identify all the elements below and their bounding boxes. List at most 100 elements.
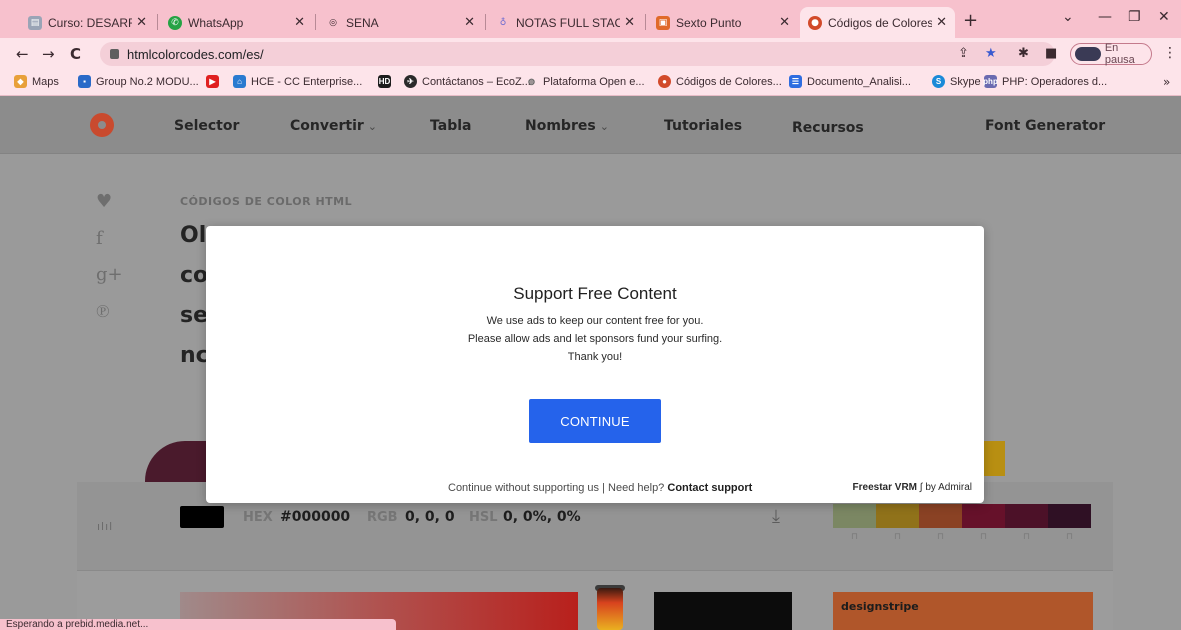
hsl-label: HSL bbox=[469, 510, 498, 525]
bookmark-hce[interactable]: ⌂ HCE - CC Enterprise... bbox=[233, 75, 362, 88]
skype-icon: S bbox=[932, 75, 945, 88]
page-kicker: CÓDIGOS DE COLOR HTML bbox=[180, 195, 353, 208]
bookmark-documento[interactable]: ☰ Documento_Analisi... bbox=[789, 75, 911, 88]
palette-color[interactable] bbox=[1048, 504, 1091, 528]
chart-bars-icon[interactable]: ılıl bbox=[97, 520, 113, 533]
freestar-branding: Freestar VRM ∫ by Admiral bbox=[852, 482, 972, 493]
htmlcolorcodes-icon: ● bbox=[808, 15, 822, 30]
headline-fragment: se bbox=[180, 303, 209, 328]
profile-pause-button[interactable]: En pausa bbox=[1070, 42, 1152, 66]
nav-tutoriales[interactable]: Tutoriales bbox=[664, 118, 742, 134]
share-icon[interactable]: ⇪ bbox=[958, 46, 969, 61]
minimize-icon[interactable]: — bbox=[1098, 9, 1112, 25]
close-icon[interactable]: ✕ bbox=[624, 15, 635, 30]
address-bar[interactable]: htmlcolorcodes.com/es/ bbox=[100, 42, 1055, 66]
bookmark-group[interactable]: ▪ Group No.2 MODU... bbox=[78, 75, 199, 88]
google-plus-icon[interactable]: g+ bbox=[96, 264, 123, 285]
nav-recursos[interactable]: Recursos bbox=[792, 120, 864, 136]
lock-icon[interactable]: ⊓ bbox=[833, 532, 876, 542]
palette-color[interactable] bbox=[876, 504, 919, 528]
lock-icon[interactable]: ⊓ bbox=[919, 532, 962, 542]
tab-notas[interactable]: ♁ NOTAS FULL STACK TA ✕ bbox=[488, 7, 643, 38]
notas-icon: ♁ bbox=[499, 17, 507, 28]
reload-icon[interactable]: C bbox=[70, 45, 81, 63]
youtube-icon: ▶ bbox=[206, 75, 219, 88]
tab-sexto-punto[interactable]: ▣ Sexto Punto ✕ bbox=[648, 7, 798, 38]
address-toolbar: ← → C htmlcolorcodes.com/es/ ⇪ ★ ✱ ■ En … bbox=[0, 38, 1181, 70]
tab-sena[interactable]: ◎ SENA ✕ bbox=[318, 7, 483, 38]
hsl-value[interactable]: 0, 0%, 0% bbox=[503, 509, 581, 525]
headline-fragment: co bbox=[180, 263, 209, 288]
lock-icon[interactable]: ⊓ bbox=[1048, 532, 1091, 542]
twitter-icon[interactable]: ♥ bbox=[96, 191, 112, 212]
nav-convertir[interactable]: Convertir ⌄ bbox=[290, 118, 377, 134]
contact-support-link[interactable]: Contact support bbox=[667, 482, 752, 494]
lock-icon[interactable]: ⊓ bbox=[876, 532, 919, 542]
hd-icon: HD bbox=[378, 75, 391, 88]
palette-color[interactable] bbox=[962, 504, 1005, 528]
bookmark-hd[interactable]: HD bbox=[378, 75, 396, 88]
site-logo-icon[interactable] bbox=[90, 113, 114, 137]
color-swatch[interactable] bbox=[180, 506, 224, 528]
bookmark-plataforma[interactable]: ◍ Plataforma Open e... bbox=[525, 75, 645, 88]
bookmark-skype[interactable]: S Skype bbox=[932, 75, 981, 88]
hex-value[interactable]: #000000 bbox=[280, 509, 350, 525]
restore-icon[interactable]: ❐ bbox=[1128, 9, 1141, 25]
footer-separator: | bbox=[602, 482, 605, 494]
new-tab-button[interactable]: + bbox=[963, 10, 978, 31]
plataforma-icon: ◍ bbox=[528, 77, 535, 86]
tab-codigos-de-colores[interactable]: ● Códigos de Colores H ✕ bbox=[800, 7, 955, 38]
sena-icon: ◎ bbox=[329, 17, 337, 28]
designstripe-ad[interactable]: designstripe bbox=[833, 592, 1093, 630]
tab-whatsapp[interactable]: ✆ WhatsApp ✕ bbox=[160, 7, 313, 38]
lock-icon[interactable]: ⊓ bbox=[1005, 532, 1048, 542]
close-icon[interactable]: ✕ bbox=[464, 15, 475, 30]
tab-search-chevron-icon[interactable]: ⌄ bbox=[1062, 9, 1074, 25]
nav-selector[interactable]: Selector bbox=[174, 118, 239, 134]
continue-without-link[interactable]: Continue without supporting us bbox=[448, 482, 599, 494]
extensions-icon[interactable]: ✱ bbox=[1018, 46, 1029, 61]
browser-tab-strip: ▤ Curso: DESARROLLO W ✕ ✆ WhatsApp ✕ ◎ S… bbox=[0, 0, 1181, 38]
side-panel-icon[interactable]: ■ bbox=[1045, 46, 1057, 61]
headline-fragment: nc bbox=[180, 343, 209, 368]
bookmark-contactanos[interactable]: ✈ Contáctanos – EcoZ... bbox=[404, 75, 531, 88]
pinterest-icon[interactable]: ℗ bbox=[96, 301, 110, 322]
group-icon: ▪ bbox=[78, 75, 91, 88]
window-close-icon[interactable]: ✕ bbox=[1158, 9, 1170, 25]
contact-icon: ✈ bbox=[404, 75, 417, 88]
close-icon[interactable]: ✕ bbox=[936, 15, 947, 30]
nav-font-generator[interactable]: Font Generator bbox=[985, 118, 1105, 134]
bookmark-php[interactable]: php PHP: Operadores d... bbox=[983, 75, 1107, 88]
forward-icon[interactable]: → bbox=[42, 45, 55, 63]
color-palette bbox=[833, 504, 1091, 528]
menu-icon[interactable]: ⋮ bbox=[1163, 45, 1177, 61]
bookmark-star-icon[interactable]: ★ bbox=[985, 46, 997, 61]
palette-color[interactable] bbox=[919, 504, 962, 528]
bookmarks-overflow-icon[interactable]: » bbox=[1163, 75, 1170, 89]
tab-curso[interactable]: ▤ Curso: DESARROLLO W ✕ bbox=[20, 7, 155, 38]
modal-text-line: Please allow ads and let sponsors fund y… bbox=[467, 333, 723, 345]
nav-nombres[interactable]: Nombres ⌄ bbox=[525, 118, 609, 134]
hex-label: HEX bbox=[243, 510, 273, 525]
rgb-value[interactable]: 0, 0, 0 bbox=[405, 509, 455, 525]
close-icon[interactable]: ✕ bbox=[779, 15, 790, 30]
headline-fragment: Ol bbox=[180, 223, 207, 248]
facebook-icon[interactable]: f bbox=[96, 228, 103, 249]
nav-tabla[interactable]: Tabla bbox=[430, 118, 471, 134]
download-icon[interactable]: ⤓ bbox=[772, 506, 780, 527]
lock-icon[interactable]: ⊓ bbox=[962, 532, 1005, 542]
htmlcolorcodes-icon: ● bbox=[658, 75, 671, 88]
bookmark-codigos[interactable]: ● Códigos de Colores... bbox=[658, 75, 782, 88]
close-icon[interactable]: ✕ bbox=[136, 15, 147, 30]
url-text: htmlcolorcodes.com/es/ bbox=[127, 46, 264, 62]
hue-slider[interactable] bbox=[597, 588, 623, 630]
php-icon: php bbox=[983, 75, 998, 88]
palette-color[interactable] bbox=[833, 504, 876, 528]
whatsapp-icon: ✆ bbox=[168, 15, 182, 30]
close-icon[interactable]: ✕ bbox=[294, 15, 305, 30]
palette-color[interactable] bbox=[1005, 504, 1048, 528]
bookmark-youtube[interactable]: ▶ bbox=[206, 75, 224, 88]
bookmark-maps[interactable]: ◆ Maps bbox=[14, 75, 59, 88]
back-icon[interactable]: ← bbox=[16, 45, 29, 63]
continue-button[interactable]: CONTINUE bbox=[529, 399, 661, 443]
